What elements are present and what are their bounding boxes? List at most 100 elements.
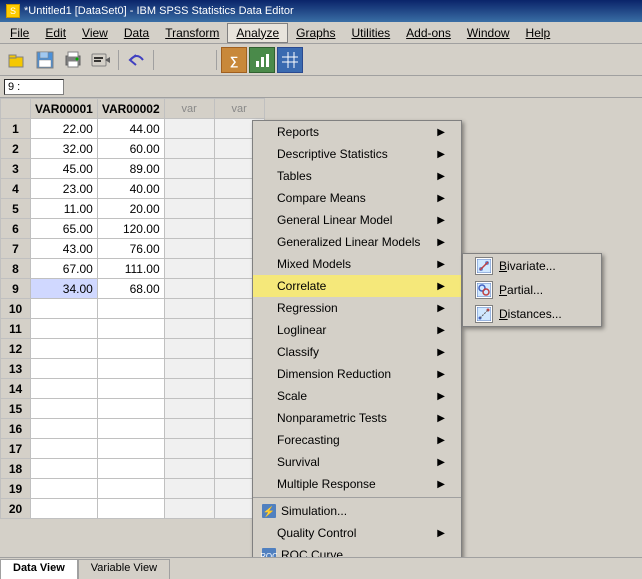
cell-var2[interactable] <box>97 459 164 479</box>
menu-view[interactable]: View <box>74 24 116 42</box>
cell-empty[interactable] <box>164 259 214 279</box>
tab-data-view[interactable]: Data View <box>0 559 78 579</box>
cell-empty[interactable] <box>164 119 214 139</box>
menu-item-dim-reduction[interactable]: Dimension Reduction ▶ <box>253 363 461 385</box>
cell-var1[interactable]: 67.00 <box>31 259 98 279</box>
menu-item-scale[interactable]: Scale ▶ <box>253 385 461 407</box>
cell-empty[interactable] <box>164 359 214 379</box>
menu-item-gzlm[interactable]: Generalized Linear Models ▶ <box>253 231 461 253</box>
cell-empty[interactable] <box>164 379 214 399</box>
menu-graphs[interactable]: Graphs <box>288 24 343 42</box>
cell-var1[interactable]: 11.00 <box>31 199 98 219</box>
cell-var2[interactable]: 44.00 <box>97 119 164 139</box>
goto-case-button[interactable] <box>158 47 184 73</box>
cell-var2[interactable]: 20.00 <box>97 199 164 219</box>
menu-analyze[interactable]: Analyze <box>227 23 288 43</box>
col-header-var1[interactable]: VAR00001 <box>31 99 98 119</box>
menu-item-survival[interactable]: Survival ▶ <box>253 451 461 473</box>
cell-var1[interactable]: 32.00 <box>31 139 98 159</box>
menu-item-multiple-response[interactable]: Multiple Response ▶ <box>253 473 461 495</box>
menu-transform[interactable]: Transform <box>157 24 227 42</box>
cell-var1[interactable]: 43.00 <box>31 239 98 259</box>
menu-item-reports[interactable]: Reports ▶ <box>253 121 461 143</box>
cell-empty[interactable] <box>164 399 214 419</box>
correlate-submenu[interactable]: Bivariate... Partial... Distances... <box>462 253 602 327</box>
save-button[interactable] <box>32 47 58 73</box>
menu-item-compare-means[interactable]: Compare Means ▶ <box>253 187 461 209</box>
cell-var2[interactable] <box>97 299 164 319</box>
chart-button[interactable] <box>249 47 275 73</box>
col-header-var3[interactable]: var <box>164 99 214 119</box>
undo-button[interactable] <box>123 47 149 73</box>
col-header-var2[interactable]: VAR00002 <box>97 99 164 119</box>
menu-item-classify[interactable]: Classify ▶ <box>253 341 461 363</box>
submenu-item-partial[interactable]: Partial... <box>463 278 601 302</box>
cell-empty[interactable] <box>164 159 214 179</box>
menu-item-mixed[interactable]: Mixed Models ▶ <box>253 253 461 275</box>
cell-var1[interactable]: 23.00 <box>31 179 98 199</box>
menu-item-quality[interactable]: Quality Control ▶ <box>253 522 461 544</box>
menu-item-nonparametric[interactable]: Nonparametric Tests ▶ <box>253 407 461 429</box>
menu-item-glm[interactable]: General Linear Model ▶ <box>253 209 461 231</box>
cell-var2[interactable]: 68.00 <box>97 279 164 299</box>
cell-var2[interactable] <box>97 479 164 499</box>
menu-item-roc[interactable]: ROC ROC Curve... <box>253 544 461 557</box>
cell-var1[interactable] <box>31 299 98 319</box>
menu-item-simulation[interactable]: ⚡ Simulation... <box>253 500 461 522</box>
find-button[interactable]: ∑ <box>221 47 247 73</box>
menu-addons[interactable]: Add-ons <box>398 24 459 42</box>
submenu-item-distances[interactable]: Distances... <box>463 302 601 326</box>
cell-var2[interactable]: 89.00 <box>97 159 164 179</box>
cell-empty[interactable] <box>164 499 214 519</box>
cell-empty[interactable] <box>164 439 214 459</box>
menu-utilities[interactable]: Utilities <box>343 24 398 42</box>
menu-file[interactable]: File <box>2 24 37 42</box>
tab-variable-view[interactable]: Variable View <box>78 559 170 579</box>
cell-var2[interactable]: 40.00 <box>97 179 164 199</box>
menu-item-descriptive[interactable]: Descriptive Statistics ▶ <box>253 143 461 165</box>
cell-var1[interactable] <box>31 359 98 379</box>
cell-var1[interactable] <box>31 339 98 359</box>
menu-help[interactable]: Help <box>518 24 559 42</box>
cell-var2[interactable]: 76.00 <box>97 239 164 259</box>
cell-empty[interactable] <box>164 319 214 339</box>
cell-empty[interactable] <box>164 419 214 439</box>
cell-var1[interactable] <box>31 419 98 439</box>
dialog-recall-button[interactable] <box>88 47 114 73</box>
grid-button[interactable] <box>277 47 303 73</box>
variables-button[interactable] <box>186 47 212 73</box>
cell-empty[interactable] <box>164 279 214 299</box>
cell-var2[interactable] <box>97 439 164 459</box>
cell-var1[interactable] <box>31 319 98 339</box>
cell-var1[interactable] <box>31 399 98 419</box>
cell-var2[interactable]: 60.00 <box>97 139 164 159</box>
menu-edit[interactable]: Edit <box>37 24 74 42</box>
menu-data[interactable]: Data <box>116 24 157 42</box>
cell-var2[interactable] <box>97 419 164 439</box>
cell-var1[interactable] <box>31 459 98 479</box>
cell-empty[interactable] <box>164 219 214 239</box>
cell-var2[interactable] <box>97 319 164 339</box>
cell-var1[interactable]: 22.00 <box>31 119 98 139</box>
cell-empty[interactable] <box>164 459 214 479</box>
cell-var2[interactable] <box>97 359 164 379</box>
menu-item-forecasting[interactable]: Forecasting ▶ <box>253 429 461 451</box>
menu-item-tables[interactable]: Tables ▶ <box>253 165 461 187</box>
cell-var2[interactable] <box>97 399 164 419</box>
cell-var1[interactable] <box>31 379 98 399</box>
menu-item-regression[interactable]: Regression ▶ <box>253 297 461 319</box>
cell-var1[interactable] <box>31 499 98 519</box>
cell-var1[interactable] <box>31 439 98 459</box>
menu-window[interactable]: Window <box>459 24 518 42</box>
cell-empty[interactable] <box>164 339 214 359</box>
open-button[interactable] <box>4 47 30 73</box>
cell-empty[interactable] <box>164 479 214 499</box>
cell-empty[interactable] <box>164 239 214 259</box>
cell-empty[interactable] <box>164 139 214 159</box>
cell-var1[interactable]: 65.00 <box>31 219 98 239</box>
cell-empty[interactable] <box>164 199 214 219</box>
cell-var1[interactable]: 34.00 <box>31 279 98 299</box>
cell-empty[interactable] <box>164 299 214 319</box>
cell-var2[interactable]: 120.00 <box>97 219 164 239</box>
print-button[interactable] <box>60 47 86 73</box>
